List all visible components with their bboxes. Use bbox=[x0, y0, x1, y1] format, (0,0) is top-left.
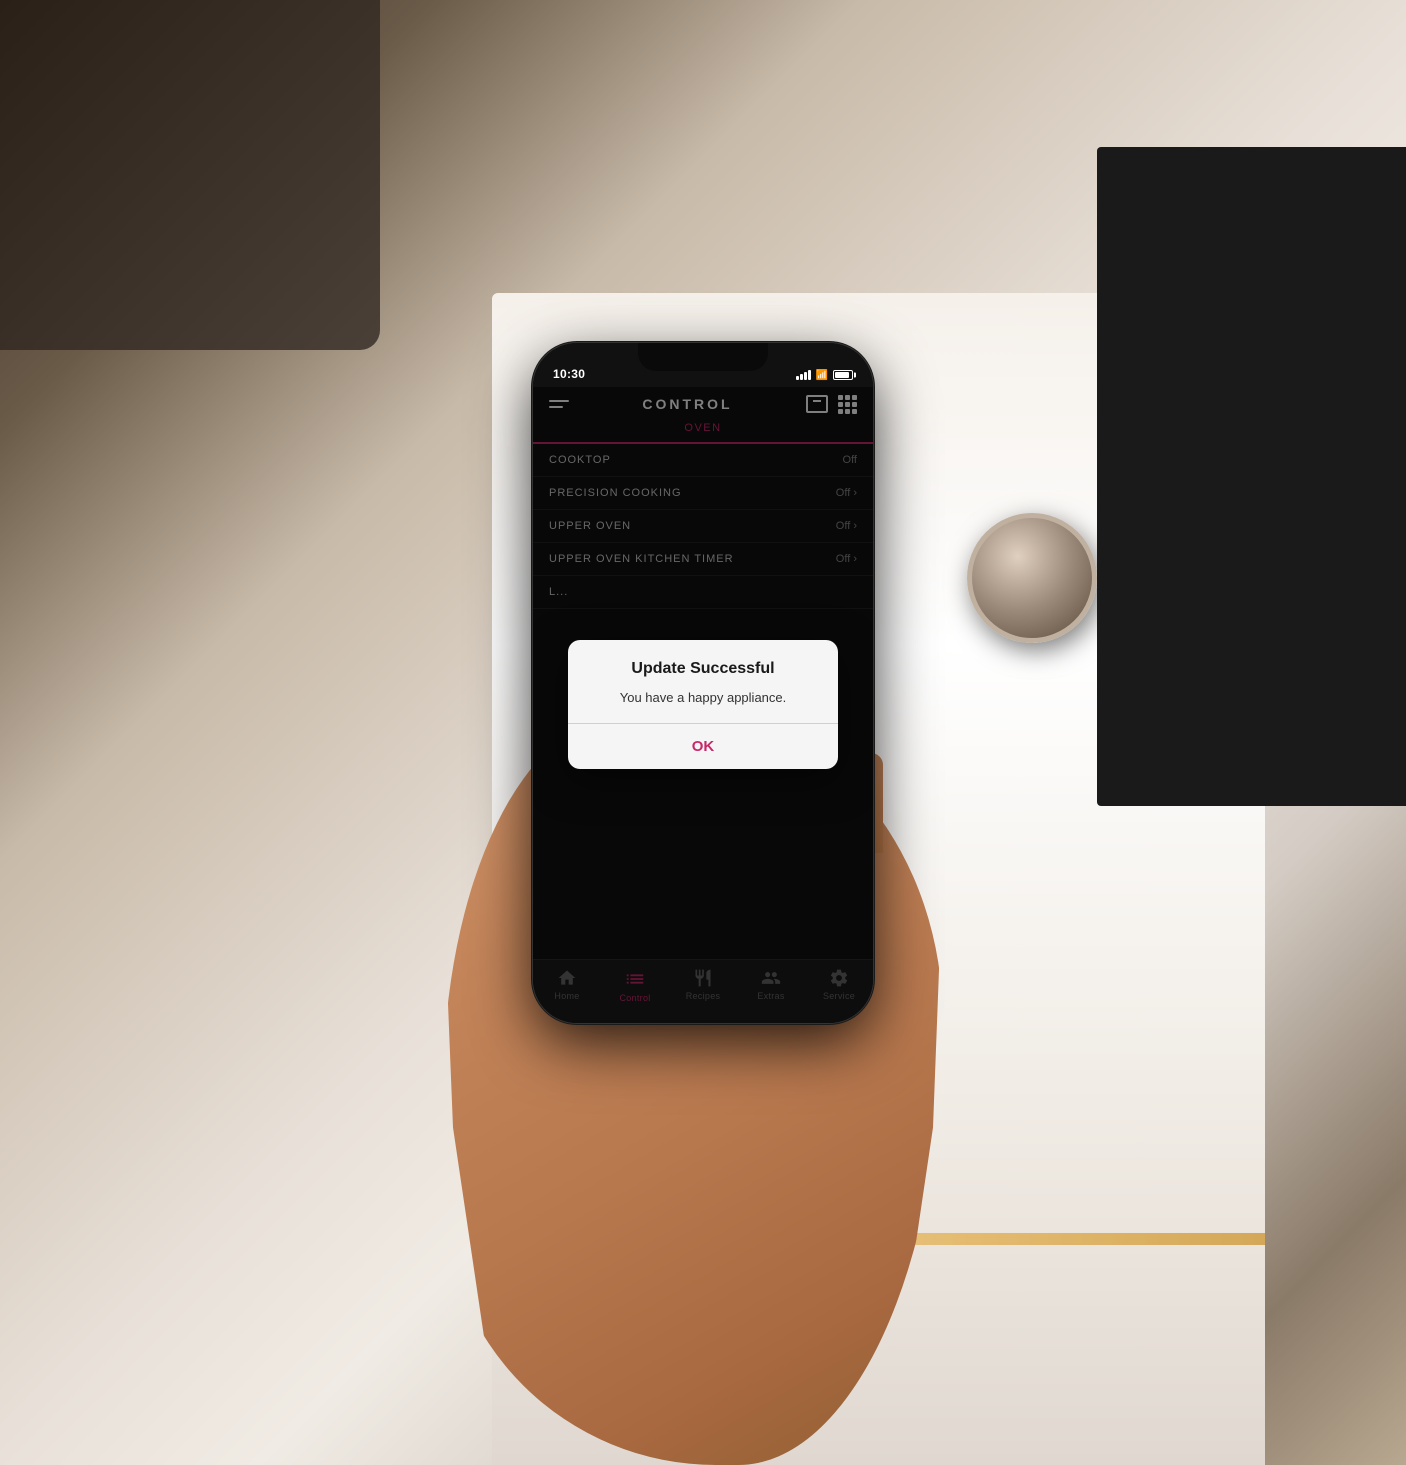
signal-icon bbox=[796, 370, 811, 380]
status-time: 10:30 bbox=[553, 367, 585, 381]
dialog-message: You have a happy appliance. bbox=[588, 688, 818, 708]
phone: 10:30 📶 bbox=[533, 343, 873, 1023]
battery-icon bbox=[833, 370, 853, 380]
phone-notch bbox=[638, 343, 768, 371]
dialog-box: Update Successful You have a happy appli… bbox=[568, 640, 838, 770]
wifi-icon: 📶 bbox=[816, 370, 828, 381]
dialog-content: Update Successful You have a happy appli… bbox=[568, 640, 838, 724]
dialog-overlay: Update Successful You have a happy appli… bbox=[533, 387, 873, 1023]
status-icons: 📶 bbox=[796, 370, 853, 381]
dialog-title: Update Successful bbox=[588, 660, 818, 678]
dialog-ok-button[interactable]: OK bbox=[568, 724, 838, 769]
app-screen: CONTROL OVEN bbox=[533, 387, 873, 1023]
